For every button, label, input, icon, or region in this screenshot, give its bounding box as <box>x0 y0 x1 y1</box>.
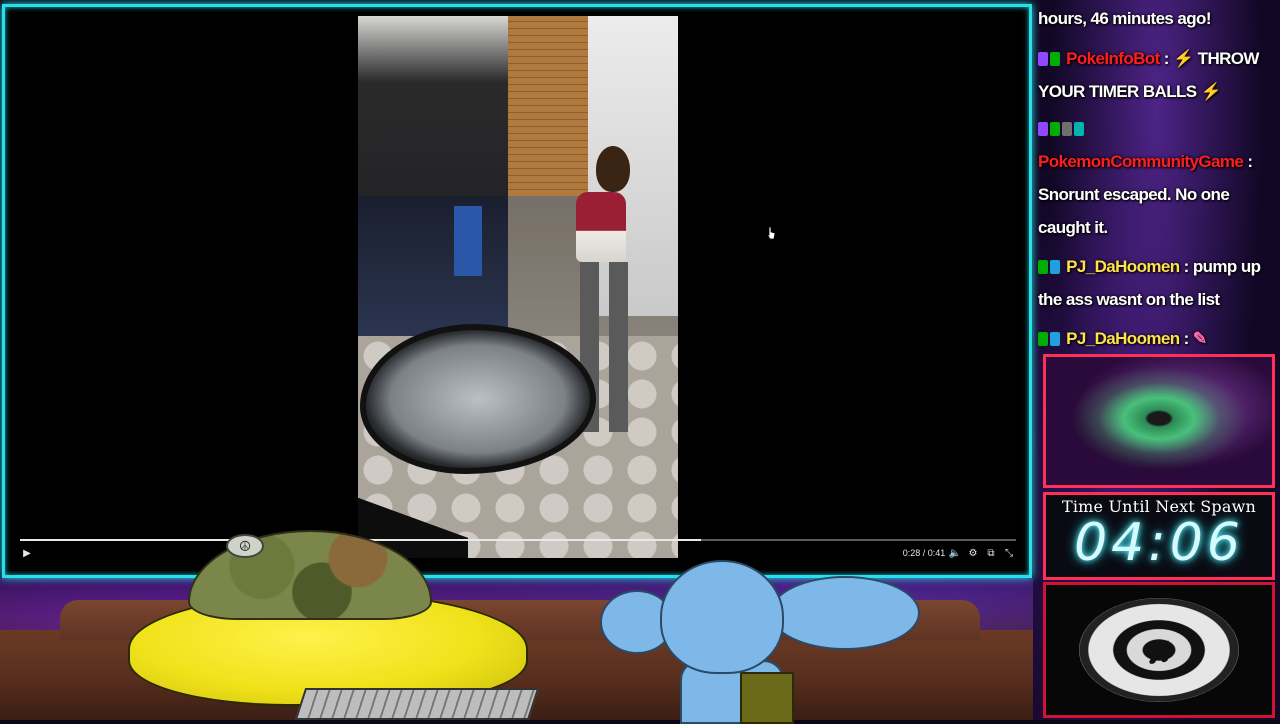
chat-username[interactable]: PokeInfoBot <box>1066 49 1160 68</box>
elephant-character <box>660 560 784 674</box>
chat-message: PokemonCommunityGame : Snorunt escaped. … <box>1038 112 1278 244</box>
chat-username[interactable]: PJ_DaHoomen <box>1066 329 1180 348</box>
video-progress-bar[interactable] <box>20 539 1016 541</box>
lightning-emoji-icon: ⚡ <box>1200 82 1222 101</box>
spawn-timer-value: 04:06 <box>1074 513 1244 573</box>
settings-icon[interactable]: ⚙ <box>966 546 980 560</box>
elephant-right-ear <box>770 576 920 650</box>
play-icon[interactable]: ▶ <box>20 546 34 560</box>
chat-message-text: Snorunt escaped. No one caught it. <box>1038 185 1230 237</box>
chat-panel: hours, 46 minutes ago! PokeInfoBot : ⚡ T… <box>1036 4 1278 352</box>
peace-sign-icon: ☮ <box>226 534 264 558</box>
music-note-logo-icon: ♫ <box>1079 598 1239 702</box>
clip-sign <box>454 206 482 276</box>
video-time: 0:28 / 0:41 <box>902 548 946 558</box>
clip-person-body <box>576 192 626 262</box>
video-clip[interactable] <box>358 16 678 558</box>
teal-badge-icon <box>1074 122 1084 136</box>
picture-in-picture-icon[interactable]: ⧉ <box>984 546 998 560</box>
elephant-overalls <box>740 672 794 724</box>
mod-badge-icon <box>1050 332 1060 346</box>
grey-badge-icon <box>1062 122 1072 136</box>
burst-graphic-panel <box>1043 354 1275 488</box>
chat-username[interactable]: PJ_DaHoomen <box>1066 257 1180 276</box>
chat-message: PokeInfoBot : ⚡ THROW YOUR TIMER BALLS ⚡ <box>1038 49 1259 101</box>
chat-message: PJ_DaHoomen : ✎ <box>1038 322 1278 352</box>
chat-username[interactable]: PokemonCommunityGame <box>1038 152 1244 171</box>
prime-badge-icon <box>1038 122 1048 136</box>
fullscreen-exit-icon[interactable]: ⤡ <box>1002 546 1016 560</box>
spawn-timer-panel: Time Until Next Spawn 04:06 <box>1043 492 1275 580</box>
prime-badge-icon <box>1038 52 1048 66</box>
chat-message-text: hours, 46 minutes ago! <box>1038 9 1211 28</box>
clip-person-head <box>596 146 630 192</box>
bot-badge-icon <box>1050 52 1060 66</box>
volume-icon[interactable]: 🔈 <box>948 546 962 560</box>
k-badge-icon <box>1038 260 1048 274</box>
bot-badge-icon <box>1050 122 1060 136</box>
k-badge-icon <box>1038 332 1048 346</box>
chat-message: hours, 46 minutes ago! <box>1038 4 1278 35</box>
logo-panel: ♫ <box>1043 582 1275 718</box>
keyboard-graphic <box>294 688 540 720</box>
feather-emoji-icon: ✎ <box>1192 329 1207 348</box>
lightning-emoji-icon: ⚡ <box>1172 49 1194 68</box>
chat-message: PJ_DaHoomen : pump up the ass wasnt on t… <box>1038 257 1261 309</box>
clip-shopfront <box>358 196 508 336</box>
video-controls: ▶ 0:28 / 0:41 🔈 ⚙ ⧉ ⤡ <box>14 544 1020 564</box>
mod-badge-icon <box>1050 260 1060 274</box>
mouse-cursor-icon <box>766 226 776 240</box>
clip-brick-wall <box>508 16 588 196</box>
